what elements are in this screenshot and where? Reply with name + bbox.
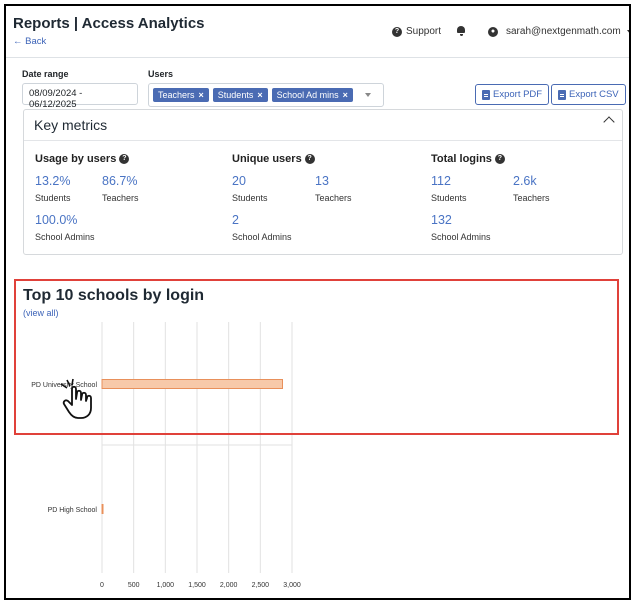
x-tick-label: 2,500: [252, 582, 270, 589]
category-label: PD High School: [48, 507, 98, 514]
top-schools-bar-chart: 0 500 1,000 1,500 2,000 2,500 3,000PD Universi…: [31, 322, 301, 589]
x-tick-label: 1,000: [157, 582, 175, 589]
app-window: Reports | Access Analytics ← Back ? Supp…: [4, 4, 631, 600]
x-tick-label: 0: [100, 582, 104, 589]
x-tick-label: 500: [128, 582, 140, 589]
bar: [101, 379, 283, 389]
x-tick-label: 1,500: [188, 582, 206, 589]
x-tick-label: 3,000: [283, 582, 301, 589]
x-tick-label: 2,000: [220, 582, 238, 589]
bar: [101, 504, 104, 514]
pointer-hand-icon: [60, 378, 92, 419]
